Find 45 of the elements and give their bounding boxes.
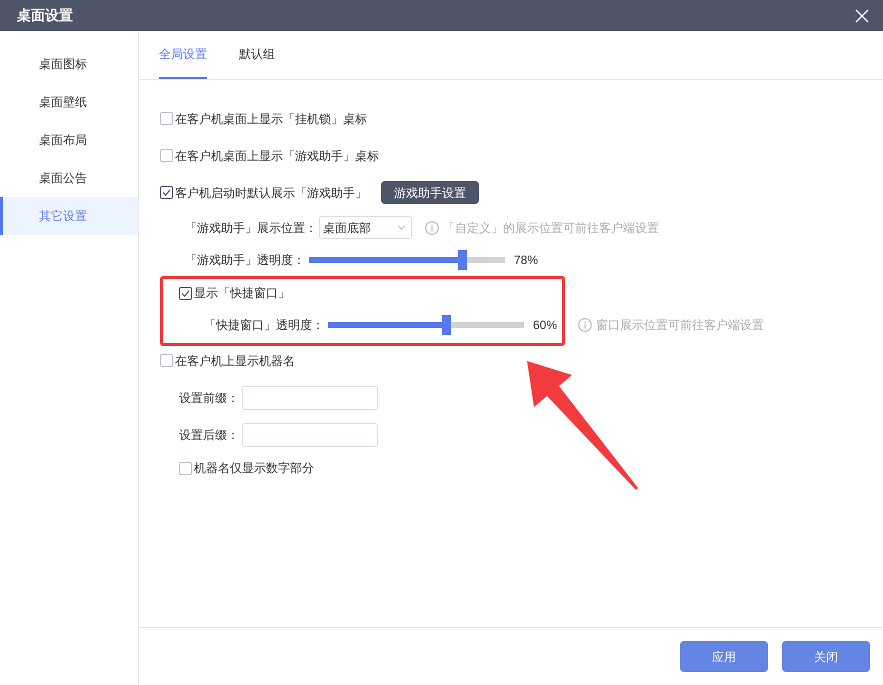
check-icon <box>181 290 190 296</box>
checkbox[interactable] <box>179 286 192 300</box>
slider-track[interactable] <box>309 250 505 270</box>
tab[interactable]: 全局设置 <box>159 31 207 79</box>
input-field[interactable] <box>242 422 378 446</box>
footer-button[interactable]: 关闭 <box>782 641 870 672</box>
checkbox[interactable] <box>160 186 173 199</box>
checkbox[interactable] <box>160 149 173 162</box>
info-icon <box>578 318 592 332</box>
checkbox-label: 在客户机上显示机器名 <box>175 352 295 370</box>
assistant-settings-button[interactable]: 游戏助手设置 <box>381 181 479 204</box>
checkbox[interactable] <box>179 462 192 474</box>
info-icon <box>425 220 439 234</box>
slider-thumb[interactable] <box>458 250 467 270</box>
slider-track[interactable] <box>328 315 524 335</box>
slider-value: 60% <box>533 317 558 334</box>
checkbox-label: 显示「快捷窗口」 <box>194 285 290 302</box>
slider-label: 「游戏助手」透明度： <box>185 252 305 269</box>
tab[interactable]: 默认组 <box>239 31 275 79</box>
chevron-down-icon <box>397 225 406 230</box>
sidebar-item[interactable]: 桌面布局 <box>0 121 138 159</box>
input-label: 设置前缀： <box>179 390 240 406</box>
input-label: 设置后缀： <box>179 426 240 444</box>
checkbox-label: 客户机启动时默认展示「游戏助手」 <box>175 184 367 202</box>
sidebar-item[interactable]: 桌面壁纸 <box>0 83 138 121</box>
checkbox[interactable] <box>160 354 173 367</box>
check-icon <box>162 189 171 196</box>
slider-value: 78% <box>514 252 538 269</box>
footer-button[interactable]: 应用 <box>680 641 768 672</box>
hint-text: 窗口展示位置可前往客户端设置 <box>596 317 764 334</box>
close-button[interactable] <box>855 8 869 22</box>
sidebar-item[interactable]: 桌面公告 <box>0 159 138 197</box>
slider-thumb[interactable] <box>442 315 451 335</box>
select-label: 「游戏助手」展示位置： <box>185 220 317 236</box>
checkbox-label: 在客户机桌面上显示「游戏助手」桌标 <box>175 148 379 164</box>
window-title: 桌面设置 <box>17 6 73 25</box>
hint-text: 「自定义」的展示位置可前往客户端设置 <box>443 220 659 236</box>
checkbox-label: 机器名仅显示数字部分 <box>194 460 314 477</box>
select-field[interactable]: 桌面底部 <box>319 216 412 239</box>
input-field[interactable] <box>242 386 378 410</box>
close-icon <box>855 8 869 22</box>
slider-label: 「快捷窗口」透明度： <box>204 317 324 334</box>
checkbox[interactable] <box>160 112 173 125</box>
checkbox-label: 在客户机桌面上显示「挂机锁」桌标 <box>175 110 367 128</box>
sidebar-item[interactable]: 桌面图标 <box>0 45 138 83</box>
